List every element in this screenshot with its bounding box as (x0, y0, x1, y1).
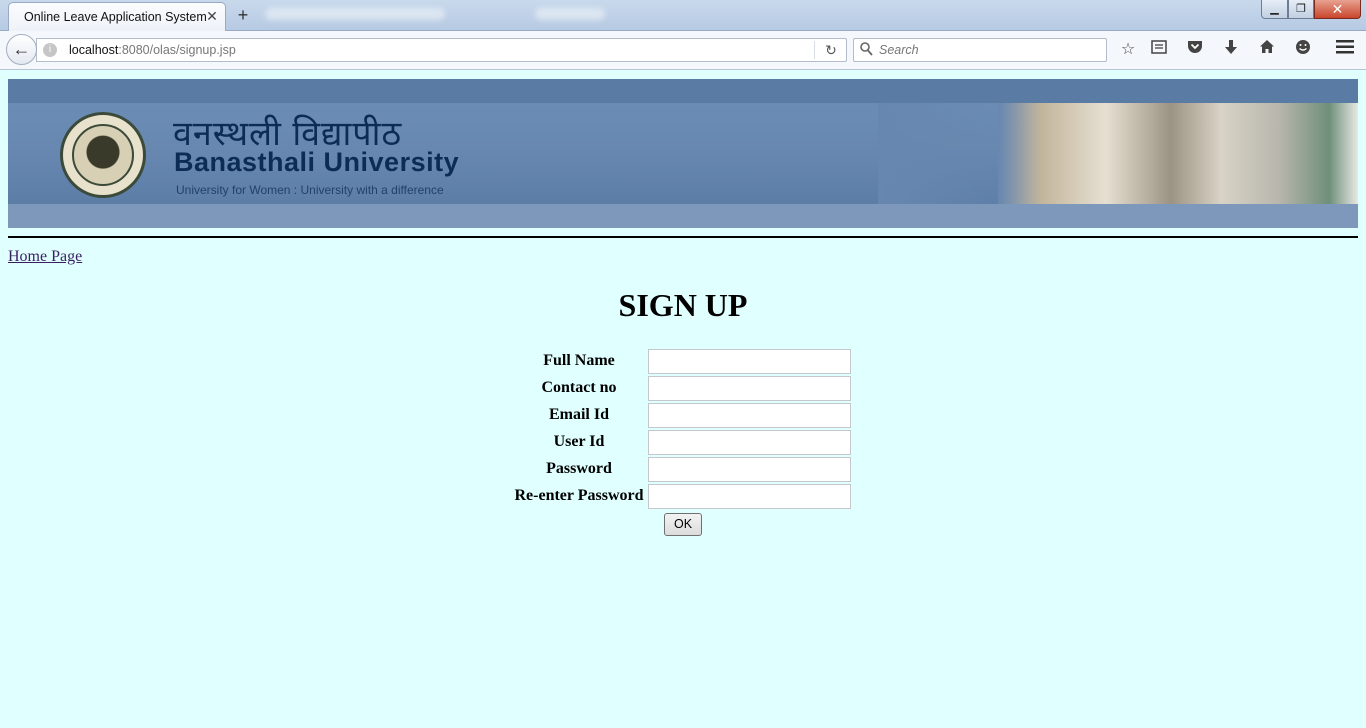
back-arrow-icon: ← (12, 39, 31, 59)
banner-university-name: Banasthali University (174, 147, 460, 177)
window-minimize-button[interactable]: ▁ (1261, 0, 1288, 19)
search-bar[interactable]: Search (853, 38, 1107, 62)
full-name-field[interactable] (648, 349, 851, 374)
pocket-icon[interactable] (1184, 39, 1206, 61)
ok-button[interactable]: OK (664, 513, 702, 536)
university-banner: वनस्थली विद्यापीठ Banasthali University … (8, 79, 1358, 228)
search-placeholder: Search (879, 43, 919, 57)
tab-close-icon[interactable]: ✕ (204, 8, 220, 24)
browser-navbar: i localhost:8080/olas/signup.jsp ↻ ← Sea… (0, 31, 1366, 70)
form-row-user-id: User Id (510, 430, 855, 455)
form-row-email-id: Email Id (510, 403, 855, 428)
back-button[interactable]: ← (6, 34, 37, 65)
downloads-icon[interactable] (1220, 39, 1242, 61)
url-bar[interactable]: i localhost:8080/olas/signup.jsp ↻ (36, 38, 847, 62)
user-id-label: User Id (553, 433, 605, 450)
bookmark-star-icon[interactable]: ☆ (1117, 39, 1139, 61)
contact-no-field[interactable] (648, 376, 851, 401)
tab-title: Online Leave Application System (24, 10, 207, 24)
full-name-label: Full Name (543, 352, 615, 369)
home-page-link[interactable]: Home Page (8, 248, 82, 266)
form-row-full-name: Full Name (510, 349, 855, 374)
site-identity-icon[interactable]: i (43, 43, 57, 57)
url-separator (814, 41, 815, 59)
reenter-password-label: Re-enter Password (514, 487, 644, 504)
home-icon[interactable] (1256, 39, 1278, 61)
university-seal-logo (60, 112, 146, 198)
chat-icon[interactable] (1292, 39, 1314, 61)
banner-photo-fade (878, 103, 1028, 204)
reload-icon[interactable]: ↻ (822, 41, 840, 59)
banner-bottom-band (8, 204, 1358, 228)
url-path: :8080/olas/signup.jsp (118, 43, 236, 57)
user-id-field[interactable] (648, 430, 851, 455)
url-text: localhost:8080/olas/signup.jsp (69, 43, 236, 57)
browser-titlebar: Online Leave Application System ✕ + ▁ ❐ … (0, 0, 1366, 31)
browser-tab-active[interactable]: Online Leave Application System ✕ (8, 2, 226, 31)
header-divider (8, 236, 1358, 238)
reenter-password-field[interactable] (648, 484, 851, 509)
banner-top-band (8, 79, 1358, 103)
window-close-button[interactable]: ✕ (1314, 0, 1361, 19)
banner-tagline: University for Women : University with a… (176, 183, 444, 197)
reading-list-icon[interactable] (1148, 39, 1170, 61)
new-tab-icon[interactable]: + (233, 5, 253, 25)
menu-icon[interactable] (1334, 39, 1356, 61)
email-id-label: Email Id (548, 406, 609, 423)
blurred-tab-placeholder (535, 8, 605, 20)
contact-no-label: Contact no (541, 379, 617, 396)
form-row-password: Password (510, 457, 855, 482)
page-title: SIGN UP (618, 287, 748, 323)
banner-campus-photo (998, 103, 1358, 204)
form-row-contact-no: Contact no (510, 376, 855, 401)
search-icon (860, 42, 874, 58)
form-row-reenter-password: Re-enter Password (510, 484, 855, 509)
blurred-tab-placeholder (265, 8, 445, 20)
email-id-field[interactable] (648, 403, 851, 428)
seal-emblem (72, 124, 134, 186)
password-label: Password (546, 460, 612, 477)
password-field[interactable] (648, 457, 851, 482)
window-maximize-button[interactable]: ❐ (1288, 0, 1314, 19)
url-host: localhost (69, 43, 119, 57)
